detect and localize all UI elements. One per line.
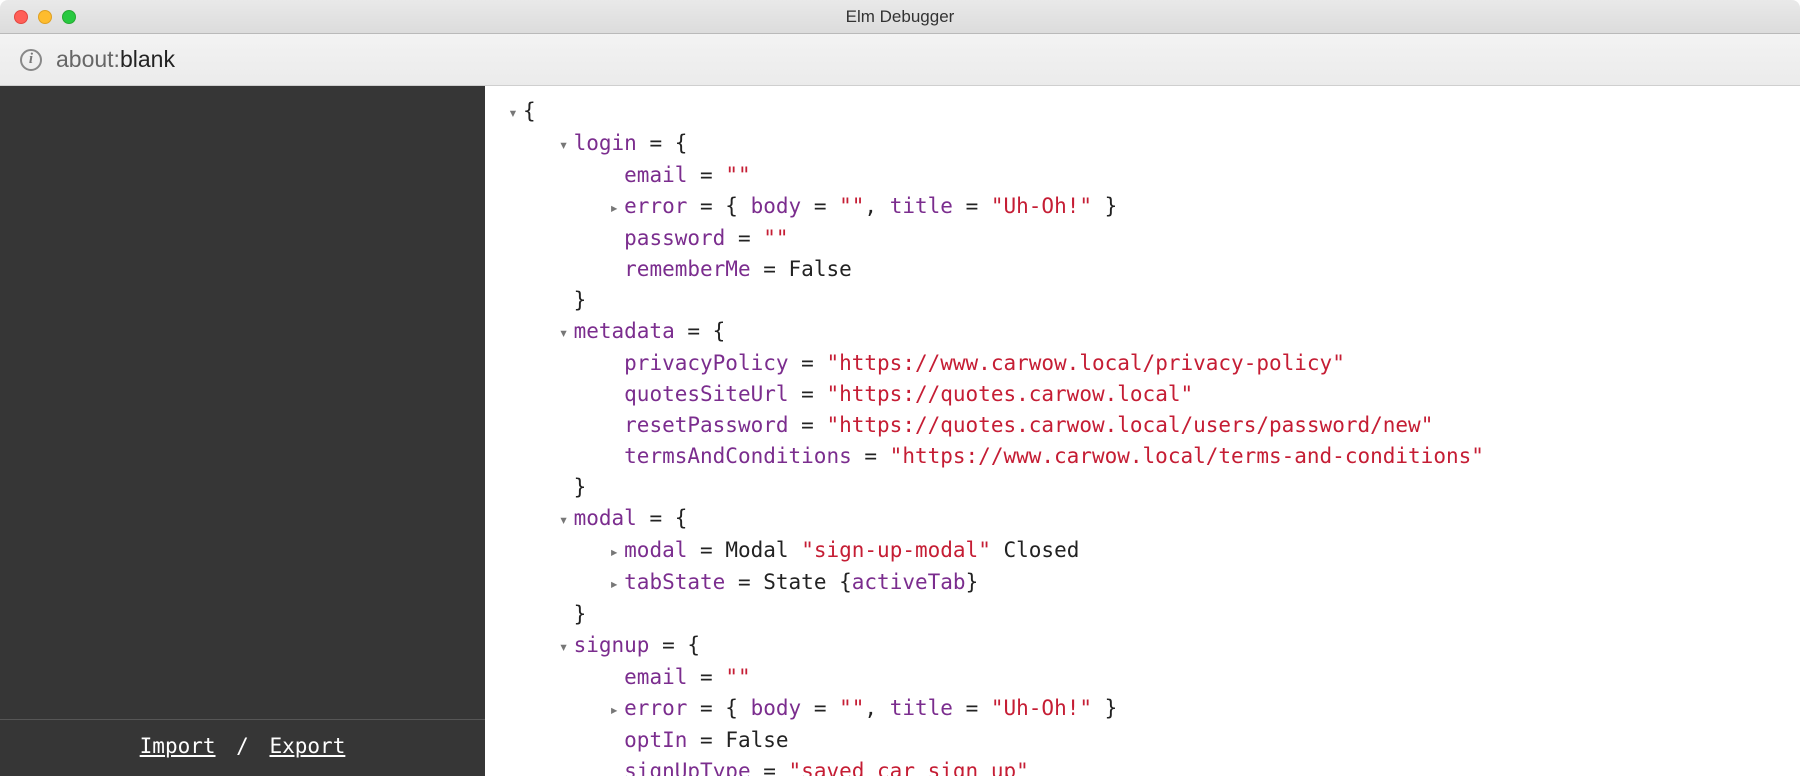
metadata-close: } [503,472,1776,503]
metadata-tac[interactable]: termsAndConditions = "https://www.carwow… [503,441,1776,472]
export-button[interactable]: Export [269,734,345,758]
chevron-right-icon[interactable] [604,567,624,599]
chevron-down-icon[interactable] [554,128,574,160]
metadata-privacy[interactable]: privacyPolicy = "https://www.carwow.loca… [503,348,1776,379]
chevron-right-icon[interactable] [604,693,624,725]
scrollable-content[interactable]: { login = { email = "" error = { body = … [485,86,1800,776]
separator: / [236,734,249,758]
signup-error[interactable]: error = { body = "", title = "Uh-Oh!" } [503,693,1776,725]
login-email[interactable]: email = "" [503,160,1776,191]
model-view: { login = { email = "" error = { body = … [485,86,1800,776]
chevron-down-icon[interactable] [503,96,523,128]
modal-tabstate[interactable]: tabState = State {activeTab} [503,567,1776,599]
minimize-icon[interactable] [38,10,52,24]
login-node[interactable]: login = { [503,128,1776,160]
chevron-down-icon[interactable] [554,630,574,662]
chevron-down-icon[interactable] [554,316,574,348]
signup-type[interactable]: signUpType = "saved car sign up" [503,756,1776,776]
signup-optin[interactable]: optIn = False [503,725,1776,756]
url-field[interactable]: about:blank [56,46,175,73]
login-error[interactable]: error = { body = "", title = "Uh-Oh!" } [503,191,1776,223]
login-rememberme[interactable]: rememberMe = False [503,254,1776,285]
signup-email[interactable]: email = "" [503,662,1776,693]
url-bar: i about:blank [0,34,1800,86]
maximize-icon[interactable] [62,10,76,24]
window-title: Elm Debugger [0,7,1800,27]
modal-node[interactable]: modal = { [503,503,1776,535]
sidebar-footer: Import / Export [0,719,485,776]
root-open[interactable]: { [503,96,1776,128]
metadata-node[interactable]: metadata = { [503,316,1776,348]
history-sidebar: Import / Export [0,86,485,776]
metadata-quotes[interactable]: quotesSiteUrl = "https://quotes.carwow.l… [503,379,1776,410]
import-button[interactable]: Import [140,734,216,758]
chevron-right-icon[interactable] [604,535,624,567]
login-close: } [503,285,1776,316]
chevron-down-icon[interactable] [554,503,574,535]
modal-inner[interactable]: modal = Modal "sign-up-modal" Closed [503,535,1776,567]
info-icon[interactable]: i [20,49,42,71]
titlebar: Elm Debugger [0,0,1800,34]
url-path: blank [120,46,175,72]
signup-node[interactable]: signup = { [503,630,1776,662]
metadata-reset[interactable]: resetPassword = "https://quotes.carwow.l… [503,410,1776,441]
close-icon[interactable] [14,10,28,24]
login-password[interactable]: password = "" [503,223,1776,254]
url-scheme: about: [56,46,120,72]
window-controls [14,10,76,24]
modal-close: } [503,599,1776,630]
chevron-right-icon[interactable] [604,191,624,223]
